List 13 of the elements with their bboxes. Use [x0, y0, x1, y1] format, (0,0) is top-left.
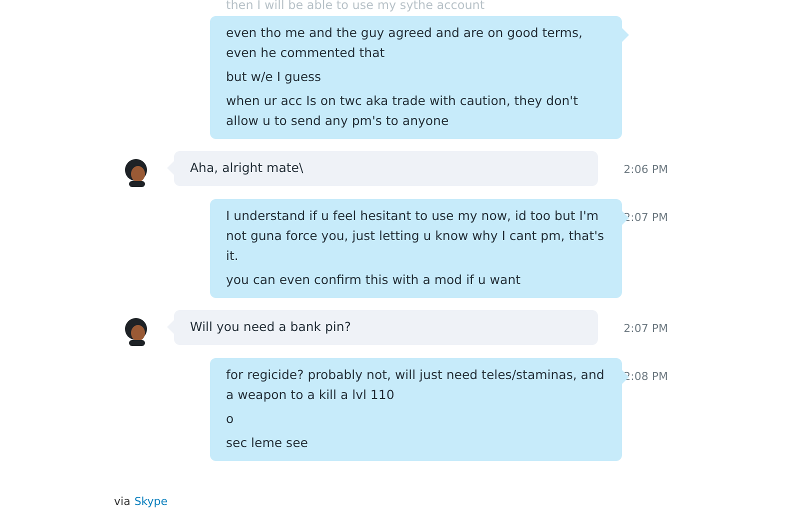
message-text: then I will be able to use my sythe account [226, 0, 486, 14]
message-text: o [226, 410, 235, 428]
message-text: Will you need a bank pin? [190, 318, 352, 336]
message-text: Aha, alright mate\ [190, 159, 304, 177]
message-text: when ur acc Is on twc aka trade with caution, they don't allow u to send any pm's to anyone [226, 92, 580, 130]
timestamp: 2:07 PM [622, 321, 668, 335]
message-text: sec leme see [226, 434, 309, 452]
timestamp: 2:06 PM [622, 162, 668, 176]
message-text: I understand if u feel hesitant to use my now, id too but I'm not guna force you, just letting u know why I cant pm, that's it. [226, 207, 606, 265]
skype-link[interactable]: Skype [134, 495, 168, 508]
footer-text: via [114, 495, 130, 508]
message-text: but w/e I guess [226, 68, 322, 86]
message-text: you can even confirm this with a mod if u want [226, 271, 522, 289]
